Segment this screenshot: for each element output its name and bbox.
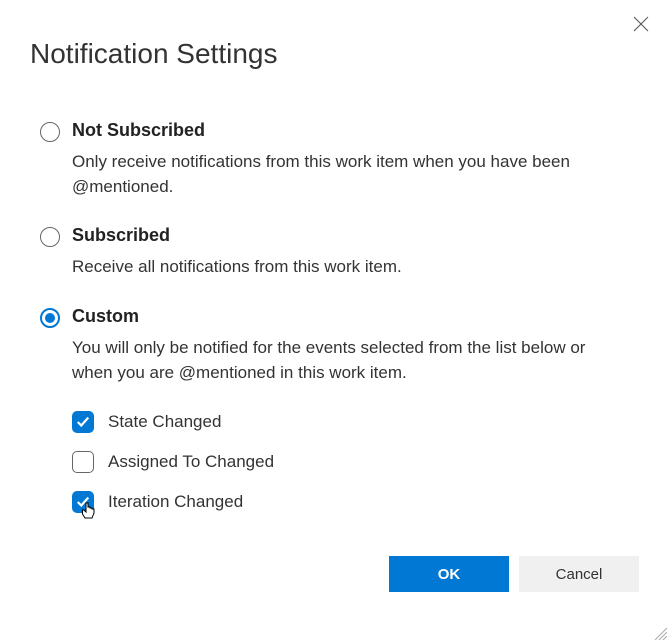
event-state-changed[interactable]: State Changed: [72, 411, 629, 433]
option-custom[interactable]: Custom: [40, 306, 629, 328]
event-assigned-to-changed[interactable]: Assigned To Changed: [72, 451, 629, 473]
cancel-button[interactable]: Cancel: [519, 556, 639, 592]
close-icon: [633, 16, 649, 32]
checkbox-state-changed[interactable]: [72, 411, 94, 433]
custom-events-list: State Changed Assigned To Changed Iterat…: [72, 411, 629, 513]
check-icon: [76, 495, 90, 509]
close-button[interactable]: [631, 14, 651, 34]
dialog-title: Notification Settings: [30, 38, 639, 70]
option-description: You will only be notified for the events…: [72, 336, 629, 385]
option-description: Receive all notifications from this work…: [72, 255, 629, 280]
option-description: Only receive notifications from this wor…: [72, 150, 629, 199]
radio-subscribed[interactable]: [40, 227, 60, 247]
checkbox-label: State Changed: [108, 412, 221, 432]
option-not-subscribed[interactable]: Not Subscribed: [40, 120, 629, 142]
radio-custom[interactable]: [40, 308, 60, 328]
radio-not-subscribed[interactable]: [40, 122, 60, 142]
checkbox-assigned-to-changed[interactable]: [72, 451, 94, 473]
checkbox-label: Iteration Changed: [108, 492, 243, 512]
resize-grip-icon[interactable]: [651, 624, 667, 640]
options-group: Not Subscribed Only receive notification…: [30, 120, 639, 531]
option-subscribed[interactable]: Subscribed: [40, 225, 629, 247]
checkbox-iteration-changed[interactable]: [72, 491, 94, 513]
event-iteration-changed[interactable]: Iteration Changed: [72, 491, 629, 513]
check-icon: [76, 415, 90, 429]
dialog-footer: OK Cancel: [30, 556, 639, 612]
option-title: Subscribed: [72, 225, 170, 246]
option-title: Custom: [72, 306, 139, 327]
option-title: Not Subscribed: [72, 120, 205, 141]
checkbox-label: Assigned To Changed: [108, 452, 274, 472]
notification-settings-dialog: Notification Settings Not Subscribed Onl…: [0, 0, 669, 642]
ok-button[interactable]: OK: [389, 556, 509, 592]
